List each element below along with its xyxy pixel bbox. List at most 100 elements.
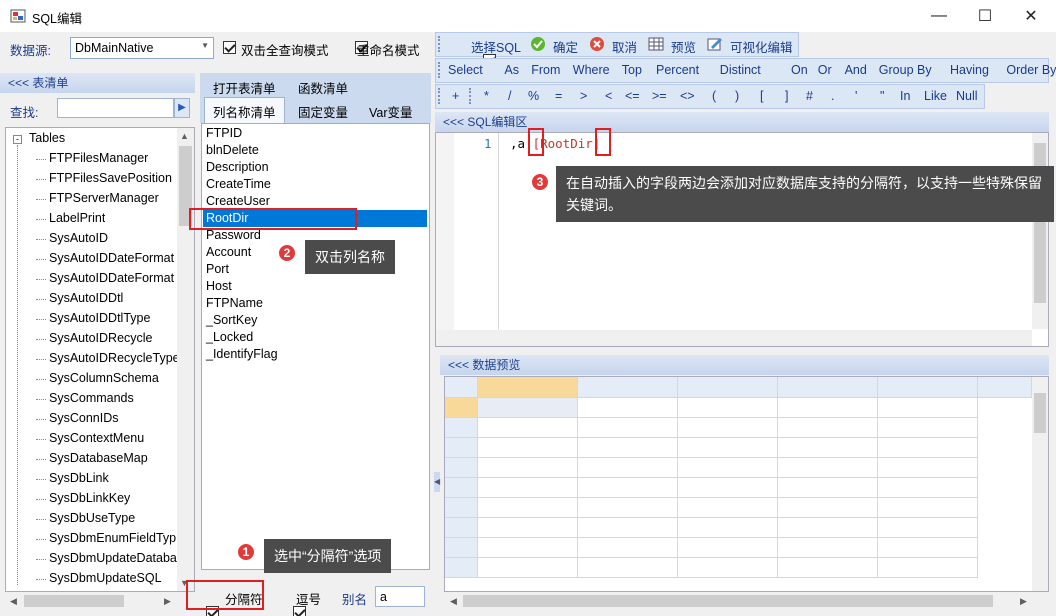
operator-button[interactable]: .	[831, 89, 834, 103]
grid-cell[interactable]	[578, 438, 678, 458]
operator-button[interactable]: >=	[652, 89, 667, 103]
grid-cell[interactable]	[445, 498, 478, 518]
table-list-item[interactable]: SysAutoIDDateFormat	[49, 271, 174, 285]
grid-cell[interactable]	[878, 398, 978, 418]
table-list-item[interactable]: SysConnIDs	[49, 411, 118, 425]
grid-cell[interactable]	[578, 398, 678, 418]
minimize-button[interactable]: —	[916, 0, 962, 32]
visual-edit-button[interactable]: 可视化编辑	[730, 37, 793, 56]
grid-cell[interactable]	[778, 518, 878, 538]
table-list-item[interactable]: SysDbLink	[49, 471, 109, 485]
table-list-item[interactable]: SysDbLinkKey	[49, 491, 130, 505]
keyword-button[interactable]: Percent	[656, 63, 699, 77]
grid-scroll-right-icon[interactable]: ▶	[1020, 596, 1027, 607]
sql-editor[interactable]	[435, 132, 1049, 347]
grid-cell[interactable]	[445, 458, 478, 478]
grid-cell[interactable]	[878, 377, 978, 398]
sql-code-line[interactable]: ,a.[RootDir]	[510, 136, 600, 151]
grid-cell[interactable]	[778, 498, 878, 518]
column-list-item[interactable]: Port	[206, 262, 229, 276]
keyword-button[interactable]: On	[791, 63, 808, 77]
grid-cell[interactable]	[478, 438, 578, 458]
operator-button[interactable]: >	[580, 89, 587, 103]
column-list-item[interactable]: Account	[206, 245, 251, 259]
operator-button[interactable]: [	[760, 89, 763, 103]
preview-button[interactable]: 预览	[671, 37, 696, 56]
maximize-button[interactable]: ☐	[962, 0, 1008, 32]
tree-root-tables[interactable]: Tables	[29, 131, 65, 145]
column-list-item[interactable]: CreateTime	[206, 177, 271, 191]
operator-button[interactable]: <>	[680, 89, 695, 103]
table-list-item[interactable]: SysDbmUpdateSQL	[49, 571, 162, 585]
operator-button[interactable]: <	[605, 89, 612, 103]
keyword-button[interactable]: Order By	[1006, 63, 1056, 77]
grid-cell[interactable]	[478, 418, 578, 438]
find-go-icon[interactable]: ▶	[174, 98, 190, 118]
grid-cell[interactable]	[678, 478, 778, 498]
grid-cell[interactable]	[778, 558, 878, 578]
keyword-button[interactable]: Or	[818, 63, 832, 77]
grid-cell[interactable]	[878, 478, 978, 498]
keyword-button[interactable]: Where	[573, 63, 610, 77]
dblclick-query-checkbox[interactable]	[223, 41, 236, 54]
grid-cell[interactable]	[478, 558, 578, 578]
keyword-button[interactable]: Top	[622, 63, 642, 77]
operator-button[interactable]: (	[712, 89, 716, 103]
grid-cell[interactable]	[445, 398, 478, 418]
grid-cell[interactable]	[478, 498, 578, 518]
datasource-select[interactable]: DbMainNative ▼	[70, 37, 214, 59]
column-list-item[interactable]: FTPID	[206, 126, 242, 140]
grid-scroll-left-icon[interactable]: ◀	[450, 596, 457, 607]
table-list-item[interactable]: SysDbmUpdateDataba	[49, 551, 177, 565]
grid-cell[interactable]	[578, 498, 678, 518]
operator-button[interactable]: #	[806, 89, 813, 103]
ok-button[interactable]: 确定	[553, 37, 578, 56]
operator-button[interactable]: *	[484, 89, 489, 103]
grid-cell[interactable]	[878, 498, 978, 518]
grid-scrollbar[interactable]	[1032, 377, 1048, 591]
operator-button[interactable]: =	[555, 89, 562, 103]
tab-functions[interactable]: 函数清单	[298, 78, 348, 97]
column-list-item[interactable]: Description	[206, 160, 269, 174]
column-list-item[interactable]: CreateUser	[206, 194, 270, 208]
grid-cell[interactable]	[445, 438, 478, 458]
keyword-button[interactable]: As	[504, 63, 519, 77]
table-list-item[interactable]: SysDbmEnumFieldTyp	[49, 531, 176, 545]
grid-cell[interactable]	[478, 458, 578, 478]
operator-button[interactable]: In	[900, 89, 910, 103]
operator-button[interactable]: )	[735, 89, 739, 103]
column-list-item[interactable]: Password	[206, 228, 261, 242]
table-list-item[interactable]: SysAutoIDRecycleType	[49, 351, 177, 365]
grid-cell[interactable]	[778, 418, 878, 438]
grid-cell[interactable]	[678, 398, 778, 418]
column-list-item[interactable]: FTPName	[206, 296, 263, 310]
grid-cell[interactable]	[445, 538, 478, 558]
cancel-button[interactable]: 取消	[612, 37, 637, 56]
column-list-item[interactable]: _SortKey	[206, 313, 257, 327]
grid-cell[interactable]	[878, 438, 978, 458]
operator-button[interactable]: '	[855, 89, 857, 103]
grid-cell[interactable]	[445, 377, 478, 398]
grid-cell[interactable]	[678, 418, 778, 438]
find-input[interactable]	[57, 98, 174, 118]
table-list-item[interactable]: FTPFilesSavePosition	[49, 171, 172, 185]
column-list-item[interactable]: Host	[206, 279, 232, 293]
grid-cell[interactable]	[445, 418, 478, 438]
table-list-item[interactable]: LabelPrint	[49, 211, 105, 225]
tab-var-vars[interactable]: Var变量	[369, 102, 413, 121]
keyword-button[interactable]: Group By	[879, 63, 932, 77]
keyword-button[interactable]: And	[845, 63, 867, 77]
grid-cell[interactable]	[678, 438, 778, 458]
tab-fixed-vars[interactable]: 固定变量	[298, 102, 348, 121]
table-list-item[interactable]: SysDbUseType	[49, 511, 135, 525]
table-list-item[interactable]: SysAutoIDRecycle	[49, 331, 153, 345]
grid-cell[interactable]	[445, 558, 478, 578]
grid-cell[interactable]	[778, 538, 878, 558]
operator-button[interactable]: Null	[956, 89, 978, 103]
grid-cell[interactable]	[578, 558, 678, 578]
grid-hscrollbar[interactable]	[445, 593, 1032, 609]
table-list-item[interactable]: SysAutoID	[49, 231, 108, 245]
table-list-item[interactable]: SysColumnSchema	[49, 371, 159, 385]
table-list-item[interactable]: SysDatabaseMap	[49, 451, 148, 465]
grid-cell[interactable]	[678, 498, 778, 518]
